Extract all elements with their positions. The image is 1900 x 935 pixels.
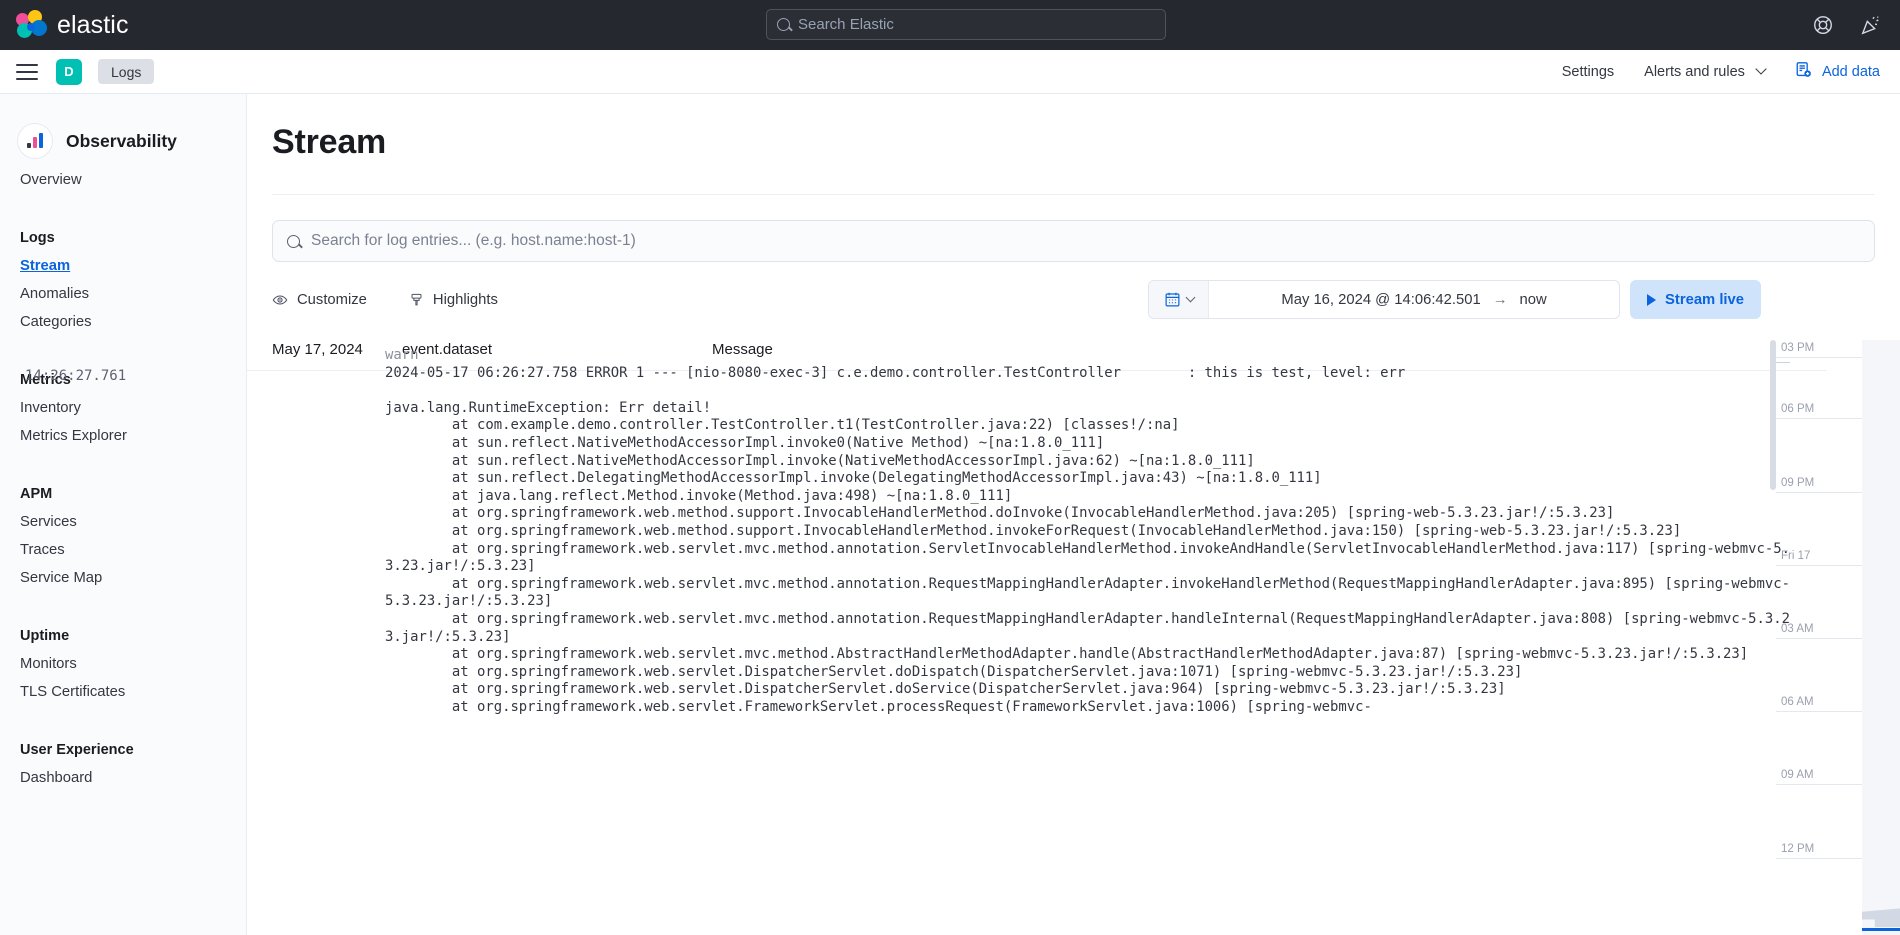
- search-icon: [777, 18, 790, 31]
- log-entries-list[interactable]: warn 14:26:27.761 2024-05-17 06:26:27.75…: [0, 347, 1828, 935]
- eye-icon: [272, 292, 288, 308]
- sidebar-item-categories[interactable]: Categories: [0, 308, 246, 336]
- header-icon-group: [1812, 0, 1882, 50]
- minimap-band: [1862, 340, 1900, 935]
- calendar-quick-menu-button[interactable]: [1149, 281, 1210, 318]
- bar-chart-icon: [18, 124, 52, 158]
- sidebar-item-stream[interactable]: Stream: [0, 252, 246, 280]
- brand-name: elastic: [57, 10, 129, 39]
- date-range-start[interactable]: May 16, 2024 @ 14:06:42.501: [1281, 292, 1480, 308]
- sidebar-header: Observability: [0, 116, 246, 158]
- add-data-label: Add data: [1821, 64, 1880, 80]
- add-data-icon: [1795, 61, 1813, 83]
- global-search-input[interactable]: Search Elastic: [766, 9, 1166, 40]
- highlights-label: Highlights: [432, 292, 498, 308]
- alerts-and-rules-menu[interactable]: Alerts and rules: [1644, 63, 1767, 80]
- sidebar-group-logs: Logs Stream Anomalies Categories: [0, 214, 246, 336]
- stream-toolbar: Customize Highlights May 16, 2024 @ 14:0…: [272, 279, 1875, 321]
- search-icon: [287, 234, 300, 248]
- log-timestamp: [25, 347, 155, 365]
- minimap-tick: Fri 17: [1776, 550, 1862, 566]
- global-search-placeholder: Search Elastic: [798, 16, 894, 33]
- minimap-tick: 09 AM: [1776, 769, 1862, 785]
- date-range-display[interactable]: May 16, 2024 @ 14:06:42.501 → now: [1209, 292, 1619, 308]
- log-message-partial: warn: [385, 347, 419, 363]
- minimap-current-position: [1862, 928, 1900, 931]
- customize-label: Customize: [297, 292, 367, 308]
- log-dataset: [155, 365, 385, 717]
- log-timestamp: 14:26:27.761: [25, 367, 127, 384]
- space-avatar[interactable]: D: [56, 58, 82, 85]
- minimap-tick: 06 AM: [1776, 696, 1862, 712]
- log-row[interactable]: 14:26:27.761 2024-05-17 06:26:27.758 ERR…: [0, 365, 1828, 717]
- minimap-tick-label: 12 PM: [1781, 843, 1815, 855]
- highlighter-icon: [409, 292, 424, 308]
- play-icon: [1647, 293, 1657, 306]
- minimap-tick-label: 06 PM: [1781, 403, 1815, 415]
- minimap-tick: 09 PM: [1776, 477, 1862, 493]
- app-breadcrumb-logs[interactable]: Logs: [98, 59, 155, 84]
- sidebar-item-overview[interactable]: Overview: [0, 158, 246, 194]
- secondary-nav: D Logs Settings Alerts and rules Add dat…: [0, 50, 1900, 94]
- minimap-top-marker: [1776, 362, 1790, 363]
- calendar-icon: [1164, 291, 1181, 308]
- elastic-logo-group[interactable]: elastic: [0, 10, 129, 40]
- customize-button[interactable]: Customize: [272, 292, 367, 308]
- lifebuoy-icon[interactable]: [1812, 14, 1834, 36]
- date-controls: May 16, 2024 @ 14:06:42.501 → now Stream…: [1148, 280, 1761, 319]
- stream-live-label: Stream live: [1665, 291, 1744, 308]
- sidebar-group-title-logs: Logs: [20, 230, 55, 246]
- log-row-partial[interactable]: warn: [0, 347, 1828, 365]
- minimap-tick-label: 03 PM: [1781, 342, 1815, 354]
- log-dataset: [155, 347, 385, 365]
- party-popper-icon[interactable]: [1860, 14, 1882, 36]
- minimap-tick-label: 09 PM: [1781, 477, 1815, 489]
- minimap-tick: 12 PM: [1776, 843, 1862, 859]
- hamburger-menu-icon[interactable]: [16, 63, 38, 80]
- minimap-tick: 03 AM: [1776, 623, 1862, 639]
- log-search-placeholder: Search for log entries... (e.g. host.nam…: [311, 232, 636, 249]
- highlights-button[interactable]: Highlights: [409, 292, 498, 308]
- date-range-end[interactable]: now: [1520, 292, 1547, 308]
- add-data-button[interactable]: Add data: [1795, 61, 1880, 83]
- minimap-tick: 06 PM: [1776, 403, 1862, 419]
- title-divider: [272, 194, 1875, 195]
- sidebar-item-anomalies[interactable]: Anomalies: [0, 280, 246, 308]
- minimap-tick: 03 PM: [1776, 342, 1862, 358]
- chevron-down-icon: [1755, 63, 1767, 75]
- chevron-down-icon: [1185, 292, 1195, 303]
- date-range-arrow-icon: →: [1492, 291, 1508, 308]
- page-title: Stream: [272, 123, 387, 161]
- minimap-tick-label: 09 AM: [1781, 769, 1814, 781]
- minimap-tick-label: Fri 17: [1781, 550, 1811, 562]
- alerts-and-rules-label: Alerts and rules: [1644, 64, 1745, 80]
- minimap-tick-label: 03 AM: [1781, 623, 1814, 635]
- global-header: elastic Search Elastic: [0, 0, 1900, 50]
- log-search-input[interactable]: Search for log entries... (e.g. host.nam…: [272, 220, 1875, 262]
- elastic-logo-icon: [16, 10, 47, 40]
- log-minimap-timeline[interactable]: 03 PM 06 PM 09 PM Fri 17 03 AM 06 AM 09 …: [1776, 340, 1900, 935]
- secondary-nav-right: Settings Alerts and rules Add data: [1562, 50, 1880, 94]
- settings-link[interactable]: Settings: [1562, 64, 1614, 80]
- minimap-tick-label: 06 AM: [1781, 696, 1814, 708]
- sidebar-title: Observability: [66, 130, 177, 151]
- stream-live-button[interactable]: Stream live: [1630, 280, 1761, 319]
- log-message: 2024-05-17 06:26:27.758 ERROR 1 --- [nio…: [385, 364, 1790, 715]
- date-range-picker[interactable]: May 16, 2024 @ 14:06:42.501 → now: [1148, 280, 1621, 319]
